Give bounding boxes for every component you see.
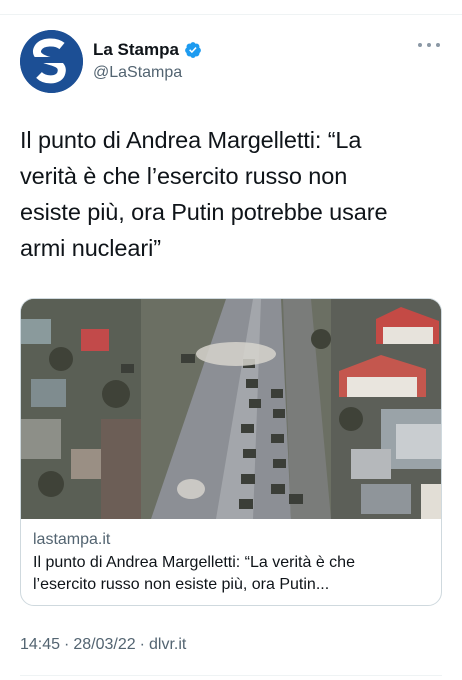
bottom-divider — [20, 675, 442, 676]
link-card-title: Il punto di Andrea Margelletti: “La veri… — [33, 552, 431, 596]
link-card-info: lastampa.it Il punto di Andrea Margellet… — [21, 519, 441, 596]
display-name[interactable]: La Stampa — [93, 40, 179, 60]
tweet-time[interactable]: 14:45 — [20, 636, 60, 653]
meta-separator: · — [64, 636, 70, 653]
account-handle[interactable]: @LaStampa — [93, 64, 202, 82]
tweet-text-line: armi nucleari” — [20, 235, 161, 261]
avatar[interactable] — [20, 30, 83, 93]
tweet-meta: 14:45 · 28/03/22 · dlvr.it — [20, 636, 186, 654]
tweet-source-link[interactable]: dlvr.it — [149, 636, 186, 653]
link-card[interactable]: lastampa.it Il punto di Andrea Margellet… — [20, 298, 442, 606]
top-divider — [0, 14, 462, 15]
link-card-title-line: Il punto di Andrea Margelletti: “La veri… — [33, 554, 355, 571]
link-card-photo — [21, 299, 441, 519]
account-names: La Stampa @LaStampa — [93, 40, 202, 82]
link-card-title-line: l’esercito russo non esiste più, ora Put… — [33, 576, 330, 593]
tweet-text-line: esiste più, ora Putin potrebbe usare — [20, 199, 388, 225]
tweet-text: Il punto di Andrea Margelletti: “La veri… — [20, 122, 440, 266]
la-stampa-logo-icon — [20, 30, 83, 93]
verified-badge-icon — [184, 41, 202, 59]
tweet-header: La Stampa @LaStampa — [20, 30, 442, 94]
link-card-domain: lastampa.it — [33, 531, 111, 548]
tweet-text-line: Il punto di Andrea Margelletti: “La — [20, 127, 362, 153]
meta-separator: · — [139, 636, 145, 653]
more-options-icon[interactable] — [418, 38, 440, 52]
tweet-text-line: verità è che l’esercito russo non — [20, 163, 348, 189]
tweet-date[interactable]: 28/03/22 — [73, 636, 135, 653]
